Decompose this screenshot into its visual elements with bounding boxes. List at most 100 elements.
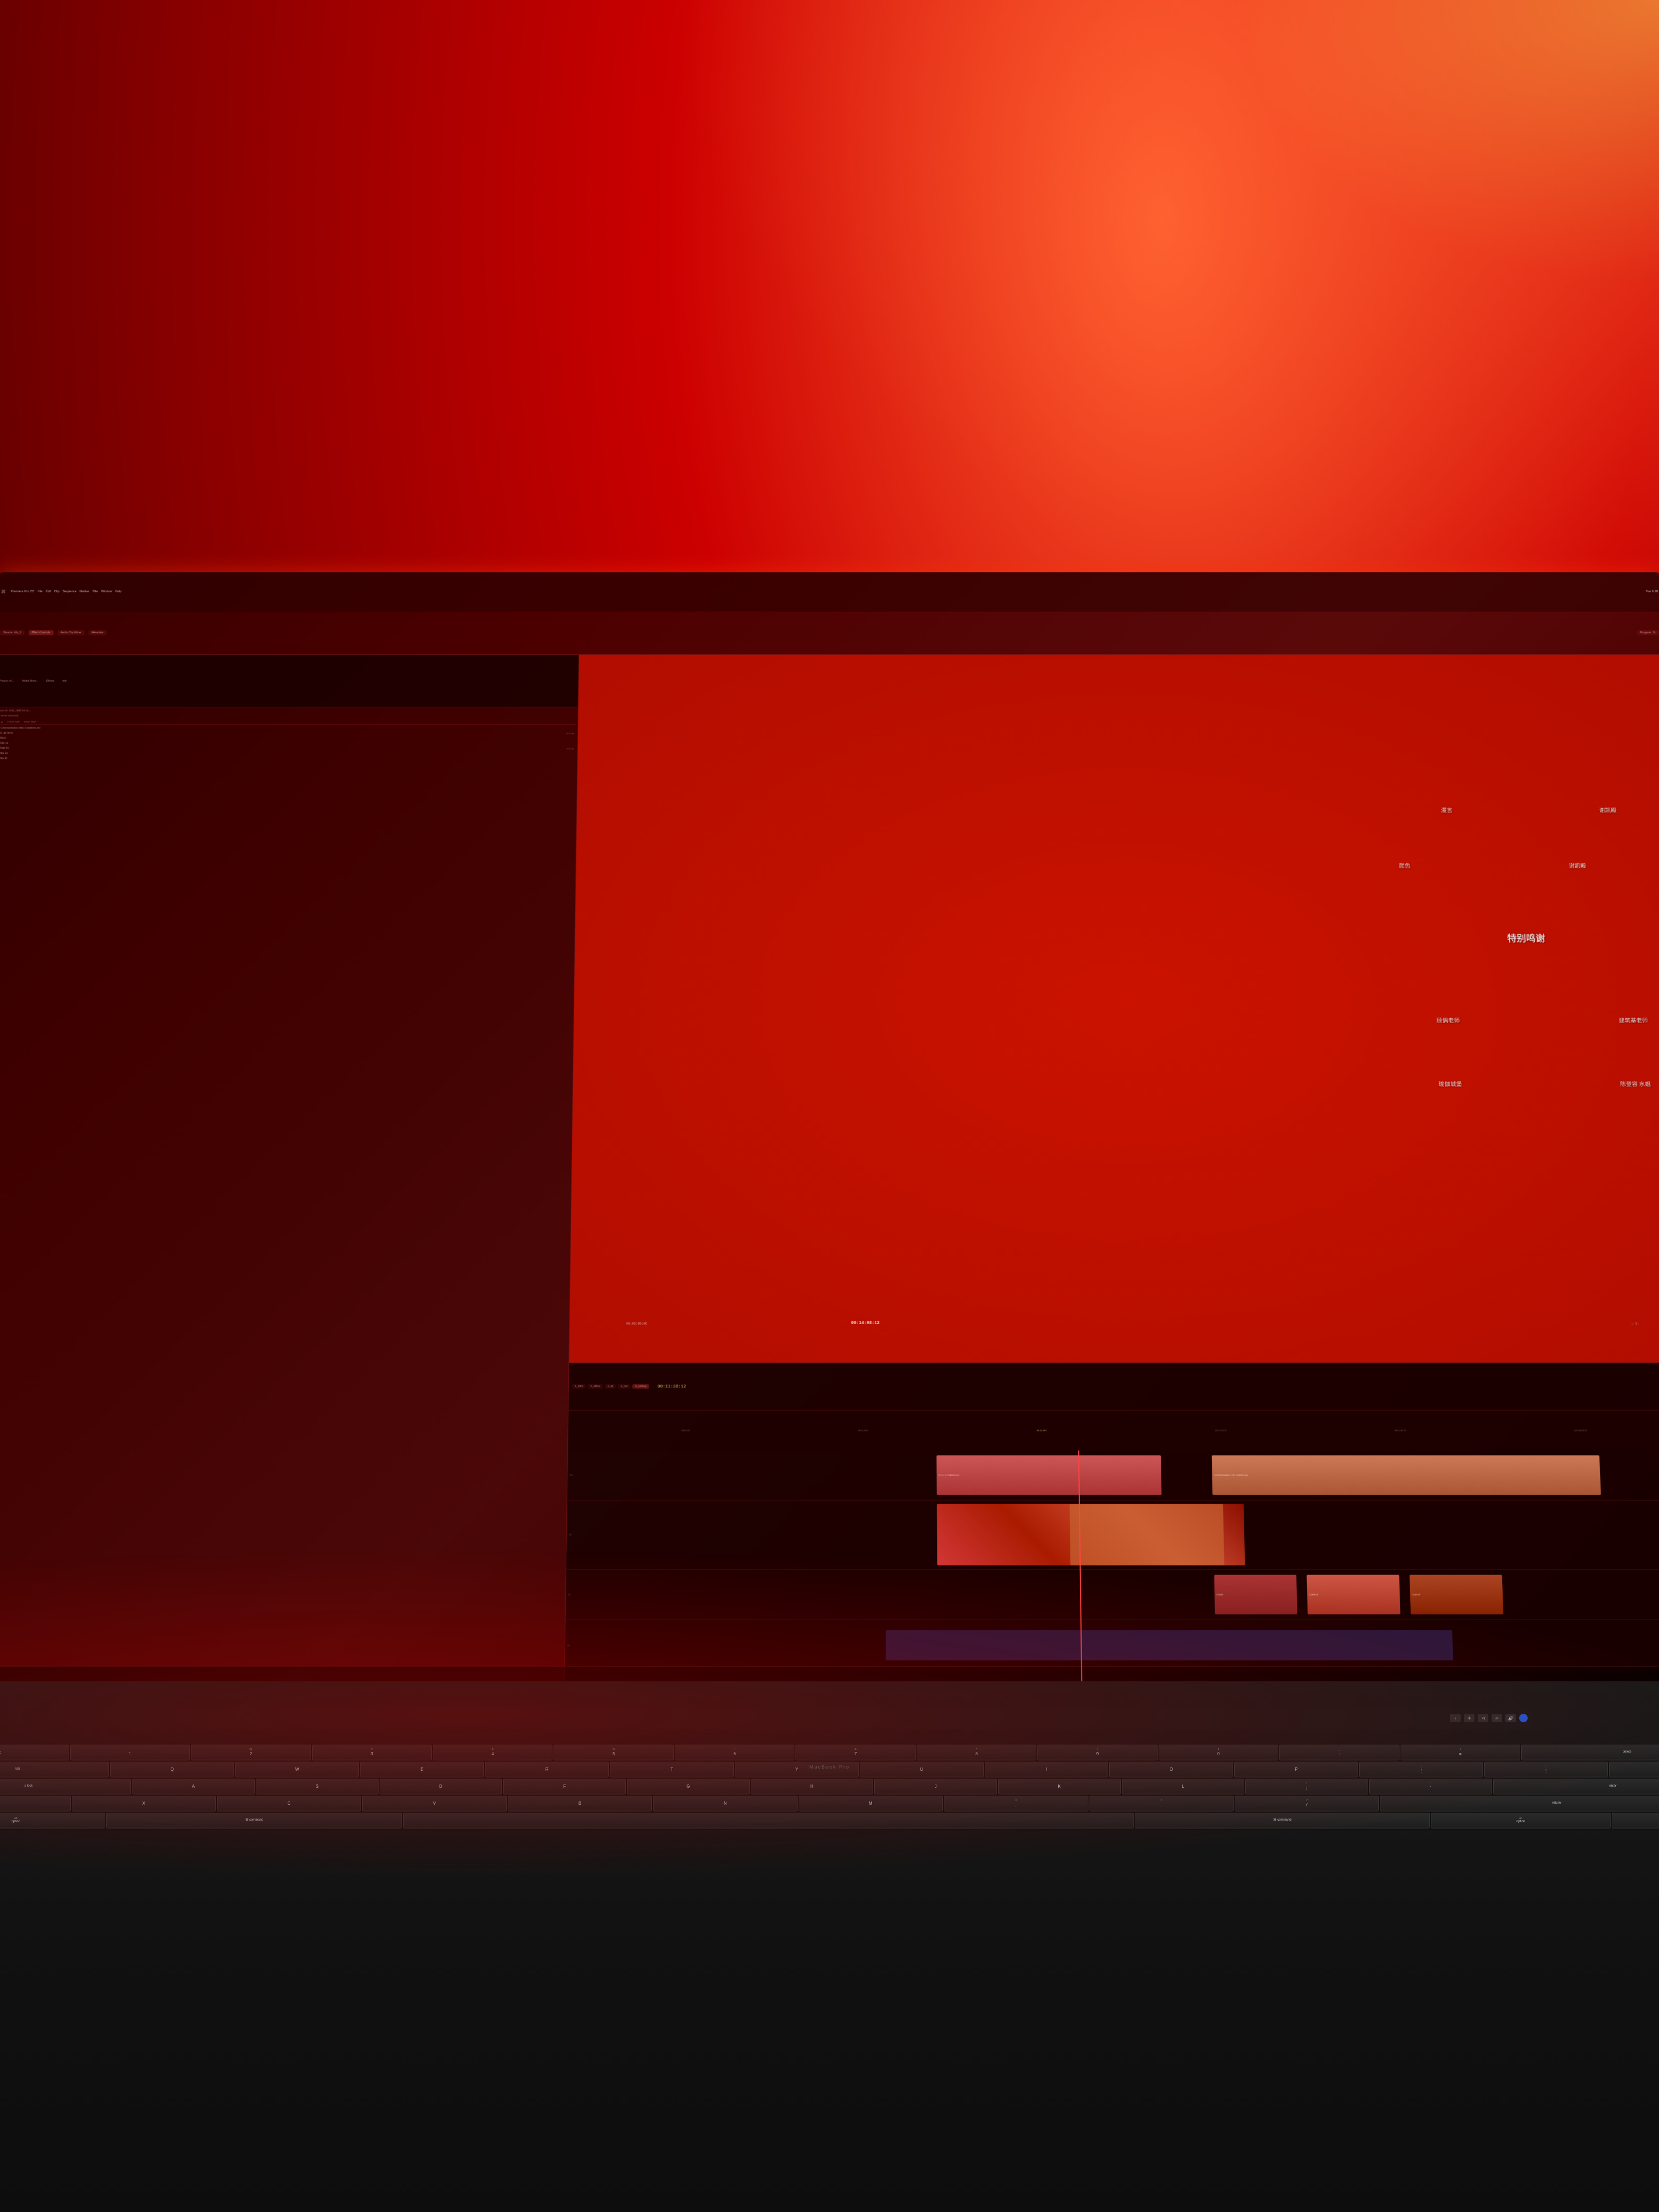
tab-info[interactable]: Info bbox=[60, 679, 69, 683]
menubar-title[interactable]: Title bbox=[92, 590, 98, 593]
key-command-right[interactable]: ⌘ command bbox=[1135, 1813, 1430, 1829]
audio-clip[interactable] bbox=[886, 1630, 1453, 1661]
key-quote[interactable]: "' bbox=[1369, 1779, 1492, 1795]
tab-project[interactable]: Project: v6... bbox=[0, 679, 16, 683]
list-item[interactable]: 🎵 Rho2 bbox=[0, 736, 575, 741]
touch-bar-mute[interactable]: 🔊 bbox=[1505, 1714, 1516, 1722]
key-d[interactable]: D bbox=[380, 1779, 502, 1795]
key-i[interactable]: I bbox=[985, 1762, 1109, 1778]
clip-cinemastoplus[interactable]: <cinemastoplus 2->3> Coutines.prz bbox=[1212, 1455, 1601, 1495]
key-8[interactable]: *8 bbox=[917, 1745, 1036, 1761]
key-7[interactable]: &7 bbox=[795, 1745, 915, 1761]
tab-metadata[interactable]: Metadata bbox=[88, 631, 106, 635]
menubar-sequence[interactable]: Sequence bbox=[62, 590, 76, 593]
key-2[interactable]: @2 bbox=[191, 1745, 311, 1761]
key-m[interactable]: M bbox=[799, 1796, 943, 1812]
key-command-left[interactable]: ⌘ command bbox=[106, 1813, 402, 1829]
key-9[interactable]: (9 bbox=[1037, 1745, 1157, 1761]
timeline-tab-par[interactable]: 4_par bbox=[618, 1384, 630, 1388]
key-v[interactable]: V bbox=[362, 1796, 506, 1812]
key-c[interactable]: C bbox=[217, 1796, 361, 1812]
key-0[interactable]: )0 bbox=[1159, 1745, 1278, 1761]
touch-bar-vol-down[interactable]: ⊲ bbox=[1478, 1714, 1488, 1722]
key-arrow-up[interactable]: ▲ bbox=[1612, 1813, 1659, 1829]
timeline-tab-intro[interactable]: 1_intro bbox=[572, 1384, 586, 1388]
key-slash[interactable]: ?/ bbox=[1235, 1796, 1379, 1812]
key-z[interactable]: Z bbox=[0, 1796, 71, 1812]
list-item[interactable]: 📄 Title 34 bbox=[0, 752, 575, 756]
key-1[interactable]: !1 bbox=[70, 1745, 190, 1761]
key-alt-option-left[interactable]: alt option bbox=[0, 1813, 105, 1829]
key-b[interactable]: B bbox=[508, 1796, 652, 1812]
tab-audio-clip-mixer[interactable]: Audio Clip Mixer bbox=[57, 631, 85, 635]
apple-menu[interactable]: ⌘ bbox=[1, 589, 6, 594]
key-esc[interactable]: esc bbox=[0, 1745, 69, 1761]
key-capslock[interactable]: s lock bbox=[0, 1779, 131, 1795]
key-3[interactable]: #3 bbox=[312, 1745, 432, 1761]
tab-effect-controls[interactable]: Effect Controls bbox=[28, 631, 53, 635]
menubar-marker[interactable]: Marker bbox=[79, 590, 89, 593]
clip-c038r-2[interactable]: C038R+4 bbox=[1306, 1574, 1400, 1614]
key-s[interactable]: S bbox=[256, 1779, 379, 1795]
touch-bar-vol-up[interactable]: ⊳ bbox=[1492, 1714, 1502, 1722]
tab-effects[interactable]: Effects bbox=[44, 679, 57, 683]
key-k[interactable]: K bbox=[998, 1779, 1121, 1795]
clip-ch3[interactable]: Ch 3→1 Croplines.prz bbox=[936, 1455, 1161, 1495]
clip-c038r-1[interactable]: C038R bbox=[1214, 1574, 1297, 1614]
list-item[interactable]: 📄 Title 41 bbox=[0, 757, 575, 761]
key-comma[interactable]: <, bbox=[944, 1796, 1088, 1812]
tab-media-browser[interactable]: Media Brow... bbox=[20, 679, 41, 683]
key-l[interactable]: L bbox=[1122, 1779, 1245, 1795]
key-bracket-right[interactable]: }] bbox=[1484, 1762, 1608, 1778]
key-o[interactable]: O bbox=[1109, 1762, 1233, 1778]
touch-bar-brightness[interactable]: ☀ bbox=[1464, 1714, 1474, 1722]
menubar-clip[interactable]: Clip bbox=[54, 590, 60, 593]
timeline-tab-ending[interactable]: 5_ending bbox=[632, 1384, 649, 1388]
key-backslash[interactable]: |\ bbox=[1609, 1762, 1659, 1778]
list-item[interactable]: 🎬 Cinemastoplus-(title) Croplines.prp bbox=[0, 726, 575, 731]
key-period[interactable]: >. bbox=[1090, 1796, 1234, 1812]
key-n[interactable]: N bbox=[653, 1796, 797, 1812]
key-4[interactable]: $4 bbox=[433, 1745, 552, 1761]
key-alt-option-right[interactable]: alt option bbox=[1431, 1813, 1610, 1829]
tab-source[interactable]: Source: rbb_2 bbox=[0, 631, 24, 635]
key-a[interactable]: A bbox=[132, 1779, 255, 1795]
key-return[interactable]: return bbox=[1380, 1796, 1659, 1812]
key-semicolon[interactable]: :; bbox=[1245, 1779, 1368, 1795]
menubar-edit[interactable]: Edit bbox=[46, 590, 51, 593]
tab-program[interactable]: Program: JL bbox=[1637, 631, 1659, 635]
touch-bar-back[interactable]: ‹ bbox=[1450, 1714, 1461, 1722]
touch-bar-siri[interactable] bbox=[1519, 1714, 1528, 1722]
clip-c038-5p[interactable]: C038.5P bbox=[1409, 1574, 1503, 1614]
key-5[interactable]: %5 bbox=[554, 1745, 673, 1761]
key-x[interactable]: X bbox=[72, 1796, 216, 1812]
key-r[interactable]: R bbox=[485, 1762, 609, 1778]
key-space[interactable] bbox=[403, 1813, 1134, 1829]
key-w[interactable]: W bbox=[235, 1762, 359, 1778]
key-enter[interactable]: enter bbox=[1493, 1779, 1659, 1795]
key-p[interactable]: P bbox=[1234, 1762, 1358, 1778]
key-q[interactable]: Q bbox=[110, 1762, 234, 1778]
list-item[interactable]: 📄 Title 14 bbox=[0, 741, 575, 745]
key-tab[interactable]: tab bbox=[0, 1762, 109, 1778]
menubar-file[interactable]: File bbox=[37, 590, 43, 593]
key-delete[interactable]: delete bbox=[1521, 1745, 1659, 1761]
key-e[interactable]: E bbox=[360, 1762, 484, 1778]
key-g[interactable]: G bbox=[627, 1779, 750, 1795]
key-h[interactable]: H bbox=[751, 1779, 874, 1795]
menubar-help[interactable]: Help bbox=[115, 590, 121, 593]
key-j[interactable]: J bbox=[874, 1779, 997, 1795]
list-item[interactable]: 📄 PSM T6 25.00 fps bbox=[0, 747, 575, 751]
clip-glitch-2[interactable] bbox=[1069, 1504, 1224, 1565]
menubar-app-name[interactable]: Premiere Pro CC bbox=[11, 590, 35, 593]
key-minus[interactable]: _- bbox=[1279, 1745, 1399, 1761]
timeline-tab-office[interactable]: 2_office bbox=[588, 1384, 603, 1388]
key-f[interactable]: F bbox=[503, 1779, 626, 1795]
key-equal[interactable]: += bbox=[1401, 1745, 1520, 1761]
list-item[interactable]: 📁 D_ab 'to've 25.00 fps bbox=[0, 731, 575, 735]
menubar-window[interactable]: Window bbox=[101, 590, 112, 593]
key-6[interactable]: ^6 bbox=[675, 1745, 794, 1761]
key-t[interactable]: T bbox=[610, 1762, 734, 1778]
key-u[interactable]: U bbox=[860, 1762, 984, 1778]
timeline-tab-all[interactable]: 3_all bbox=[605, 1384, 616, 1388]
